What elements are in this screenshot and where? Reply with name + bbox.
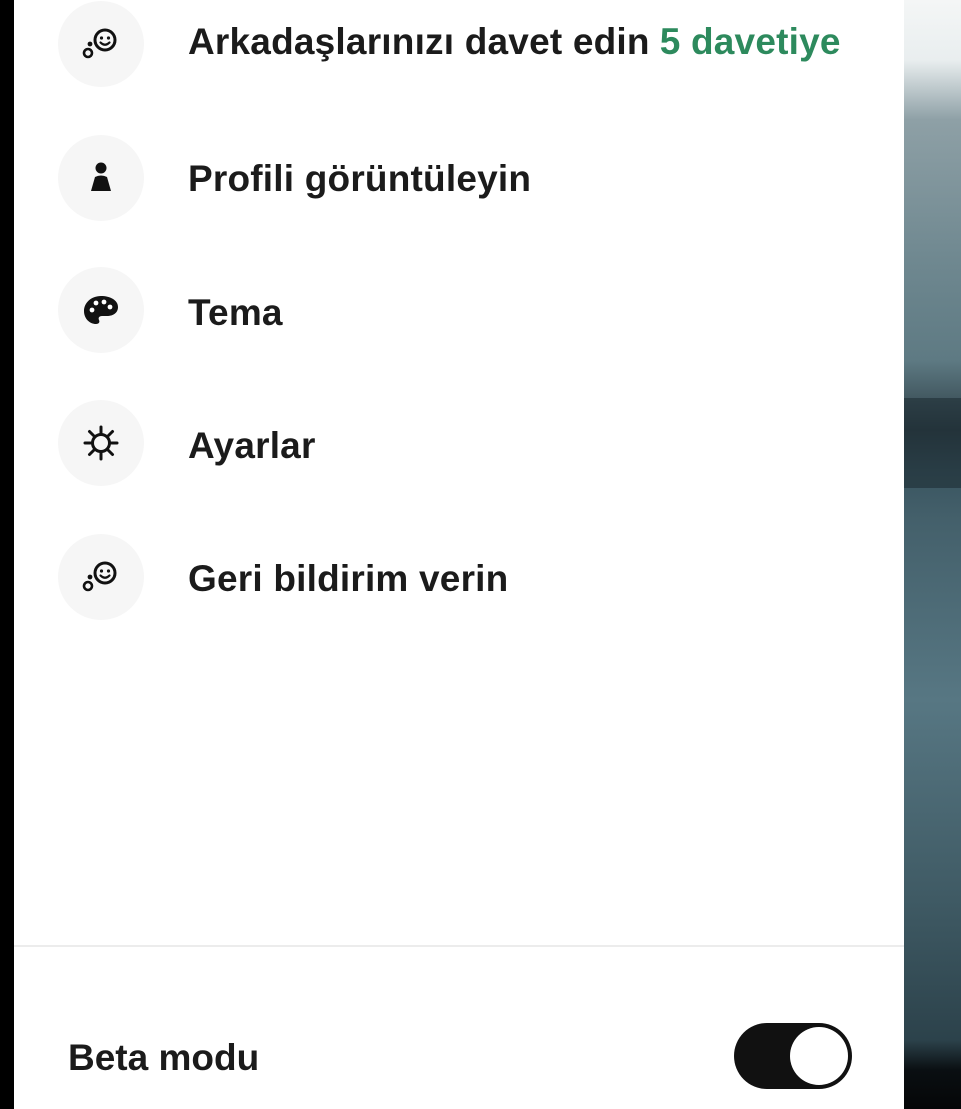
person-icon xyxy=(91,162,111,191)
beta-mode-label: Beta modu xyxy=(68,1037,260,1078)
menu-item-view-profile[interactable]: Profili görüntüleyin xyxy=(14,128,904,228)
invite-count-badge: 5 davetiye xyxy=(659,21,841,62)
invite-icon-container xyxy=(58,1,144,87)
settings-label: Ayarlar xyxy=(188,425,316,466)
background-haze xyxy=(904,398,961,488)
feedback-icon-container xyxy=(58,534,144,620)
background-photo xyxy=(904,0,961,1109)
theme-icon-container xyxy=(58,267,144,353)
beta-mode-toggle[interactable] xyxy=(734,1023,852,1089)
settings-icon-container xyxy=(58,400,144,486)
feedback-label: Geri bildirim verin xyxy=(188,558,509,599)
profile-label: Profili görüntüleyin xyxy=(188,158,532,199)
gear-icon xyxy=(83,425,119,461)
invite-friends-label: Arkadaşlarınızı davet edin xyxy=(188,21,650,62)
menu-item-feedback[interactable]: Geri bildirim verin xyxy=(14,528,904,628)
feedback-smiley-icon xyxy=(82,28,117,59)
profile-icon-container xyxy=(58,135,144,221)
menu-item-theme[interactable]: Tema xyxy=(14,262,904,362)
menu-item-invite-friends[interactable]: Arkadaşlarınızı davet edin 5 davetiye xyxy=(14,0,904,94)
screen-edge xyxy=(0,0,14,1109)
divider xyxy=(14,945,904,947)
feedback-smiley-icon xyxy=(82,561,117,592)
toggle-knob xyxy=(790,1027,848,1085)
theme-label: Tema xyxy=(188,292,283,333)
menu-item-settings[interactable]: Ayarlar xyxy=(14,396,904,496)
menu-item-label: Arkadaşlarınızı davet edin 5 davetiye xyxy=(188,20,841,64)
palette-icon xyxy=(84,296,118,324)
side-menu-panel: Arkadaşlarınızı davet edin 5 davetiye Pro… xyxy=(14,0,904,1109)
